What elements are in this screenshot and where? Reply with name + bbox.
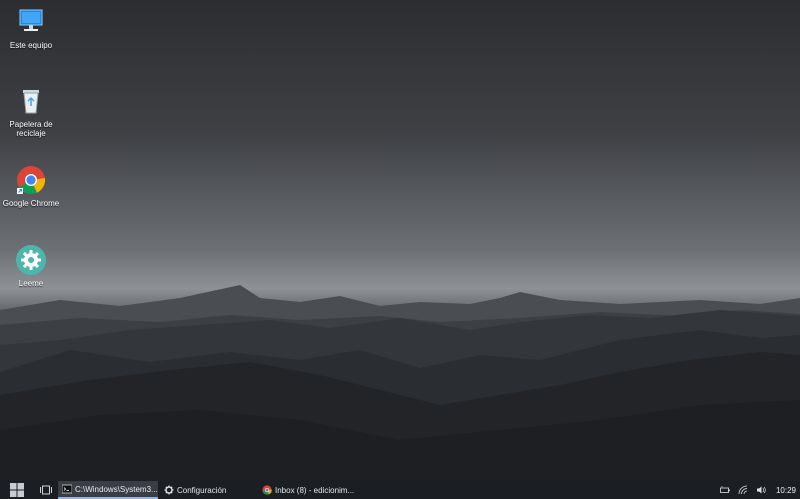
taskbar-item-label: Inbox (8) - edicionim... [275, 485, 355, 495]
desktop-icon-label: Papelera de reciclaje [9, 120, 53, 138]
wifi-icon[interactable] [738, 485, 748, 495]
chrome-icon [17, 166, 46, 194]
task-view-icon [40, 485, 52, 495]
recycle-bin-icon [23, 90, 39, 114]
desktop-icon-label: Este equipo [9, 41, 53, 50]
desktop[interactable]: Este equipo Papelera de reciclaje Google… [0, 0, 800, 481]
windows-start-icon [10, 483, 24, 497]
settings-gear-icon [164, 485, 174, 495]
task-view-button[interactable] [34, 481, 58, 499]
volume-icon[interactable] [756, 485, 766, 495]
mountain-wallpaper [0, 285, 800, 481]
taskbar-item-label: C:\Windows\System3... [75, 484, 158, 494]
system-tray: 10:29 [716, 481, 800, 499]
desktop-icon-leeme[interactable]: Leeme [0, 244, 62, 288]
gear-icon [16, 245, 46, 275]
start-button[interactable] [0, 481, 34, 499]
computer-icon [19, 9, 43, 31]
desktop-icon-label: Leeme [18, 279, 44, 288]
desktop-icon-google-chrome[interactable]: Google Chrome [0, 164, 62, 208]
chrome-icon [262, 485, 272, 495]
desktop-icon-papelera[interactable]: Papelera de reciclaje [0, 85, 62, 138]
taskbar: C:\Windows\System3... Configuración Inbo… [0, 481, 800, 499]
desktop-icon-este-equipo[interactable]: Este equipo [0, 6, 62, 50]
battery-icon[interactable] [720, 485, 730, 495]
cmd-icon [62, 484, 72, 494]
taskbar-item-label: Configuración [177, 485, 227, 495]
taskbar-item-cmd[interactable]: C:\Windows\System3... [58, 481, 158, 499]
clock[interactable]: 10:29 [776, 486, 796, 495]
taskbar-item-configuracion[interactable]: Configuración [158, 481, 258, 499]
desktop-icon-label: Google Chrome [2, 199, 60, 208]
taskbar-item-chrome-inbox[interactable]: Inbox (8) - edicionim... [258, 481, 358, 499]
